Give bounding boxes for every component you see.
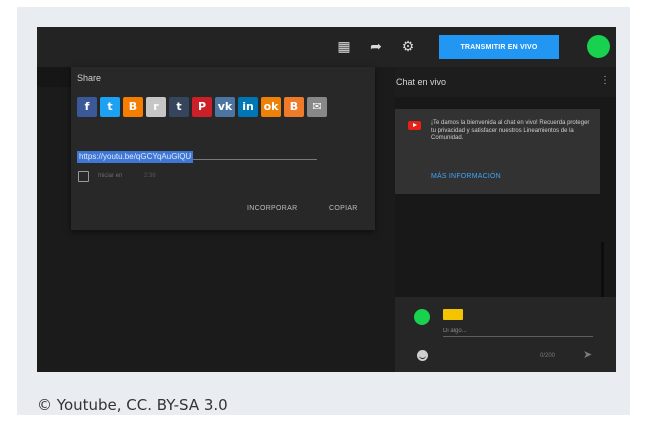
youtube-logo-icon xyxy=(408,121,421,130)
blogger-alt-icon[interactable]: B xyxy=(284,97,304,117)
start-at-time: 2:36 xyxy=(144,173,156,179)
youtube-screenshot: ▦ ➦ ⚙ TRANSMITIR EN VIVO Share f t Br t Pvk i… xyxy=(37,27,616,372)
send-icon[interactable]: ➤ xyxy=(583,349,595,361)
chat-scrollbar[interactable] xyxy=(601,242,604,297)
email-icon[interactable]: ✉ xyxy=(307,97,327,117)
share-arrow-icon[interactable]: ➦ xyxy=(367,37,385,55)
go-live-button[interactable]: TRANSMITIR EN VIVO xyxy=(439,35,559,59)
social-share-row: f t Br t Pvk in ok B ✉ xyxy=(77,97,327,117)
twitter-icon[interactable]: t xyxy=(100,97,120,117)
emoji-icon[interactable] xyxy=(417,350,428,361)
top-bar: ▦ ➦ ⚙ TRANSMITIR EN VIVO xyxy=(37,27,616,67)
share-title: Share xyxy=(77,73,102,83)
chat-header: Chat en vivo ⋮ xyxy=(395,67,616,97)
gear-icon[interactable]: ⚙ xyxy=(399,37,417,55)
reddit-icon[interactable]: r xyxy=(146,97,166,117)
tumblr-icon[interactable]: t xyxy=(169,97,189,117)
welcome-message: ¡Te damos la bienvenida al chat en vivo!… xyxy=(395,109,600,194)
start-at-checkbox[interactable] xyxy=(78,171,89,182)
blogger-icon[interactable]: B xyxy=(123,97,143,117)
avatar[interactable] xyxy=(587,35,610,58)
welcome-text: ¡Te damos la bienvenida al chat en vivo!… xyxy=(431,120,590,141)
live-chat-panel: Chat en vivo ⋮ ¡Te damos la bienvenida a… xyxy=(395,67,616,372)
avatar xyxy=(414,309,430,325)
share-url-field[interactable]: https://youtu.be/qGCYqAuGlQU xyxy=(77,146,317,163)
more-vert-icon[interactable]: ⋮ xyxy=(600,76,610,86)
pinterest-icon[interactable]: P xyxy=(192,97,212,117)
clapperboard-icon[interactable]: ▦ xyxy=(335,37,353,55)
odnoklassniki-icon[interactable]: ok xyxy=(261,97,281,117)
more-info-link[interactable]: MÁS INFORMACIÓN xyxy=(431,173,501,180)
facebook-icon[interactable]: f xyxy=(77,97,97,117)
chat-message-input[interactable] xyxy=(443,325,593,337)
char-counter: 0/200 xyxy=(540,353,556,359)
chat-input-area: 0/200 ➤ xyxy=(395,297,616,372)
username-badge xyxy=(443,309,463,320)
vk-icon[interactable]: vk xyxy=(215,97,235,117)
copy-button[interactable]: COPIAR xyxy=(329,205,358,212)
share-dialog: Share f t Br t Pvk in ok B ✉ https://youtu.be/qG… xyxy=(71,67,375,230)
figure-frame: ▦ ➦ ⚙ TRANSMITIR EN VIVO Share f t Br t Pvk i… xyxy=(17,7,630,415)
embed-button[interactable]: INCORPORAR xyxy=(247,205,297,212)
linkedin-icon[interactable]: in xyxy=(238,97,258,117)
chat-title: Chat en vivo xyxy=(396,77,447,87)
start-at-label: Iniciar en xyxy=(98,173,123,179)
share-url-text[interactable]: https://youtu.be/qGCYqAuGlQU xyxy=(77,151,194,163)
image-credit: © Youtube, CC. BY-SA 3.0 xyxy=(37,396,228,414)
